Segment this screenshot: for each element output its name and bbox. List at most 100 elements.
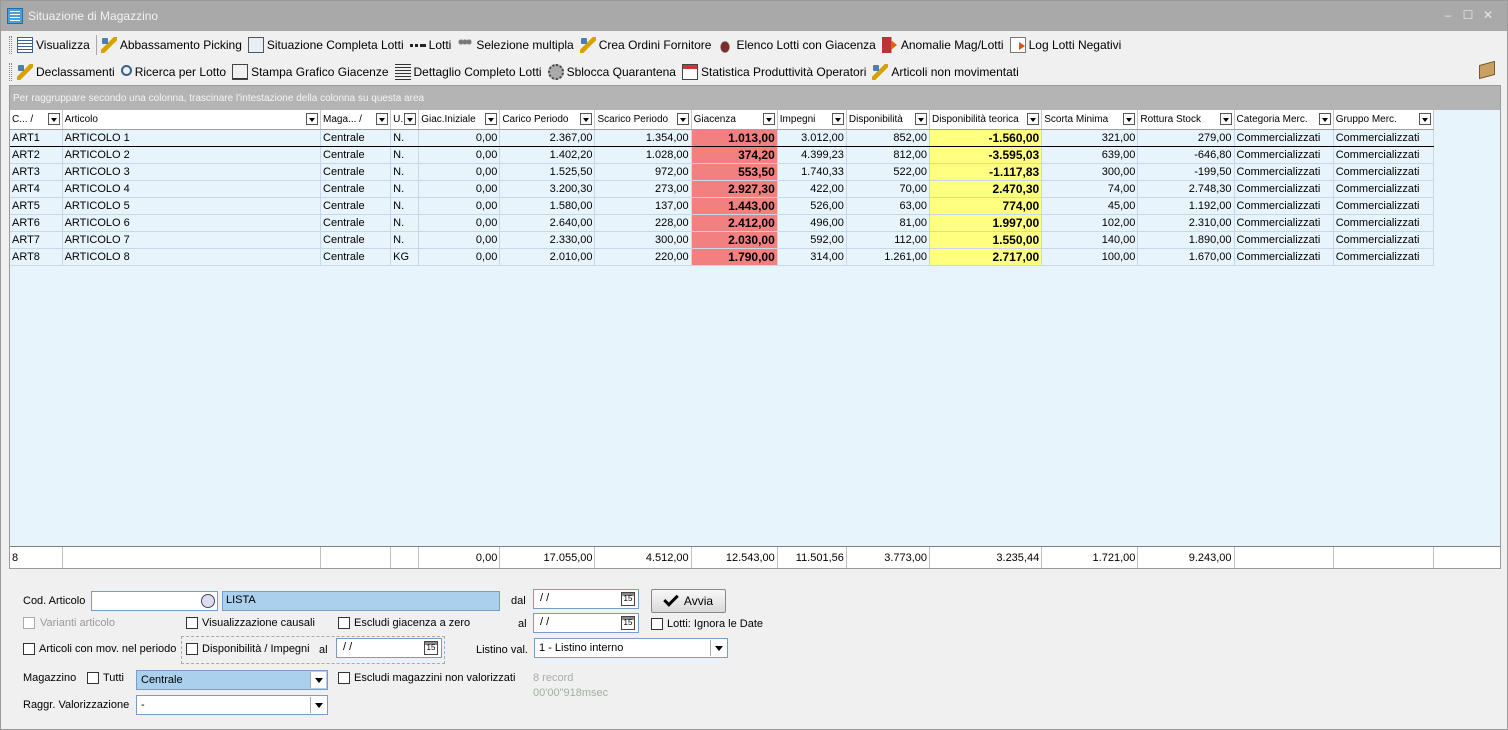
table-row[interactable]: ART8 ARTICOLO 8 Centrale KG 0,00 2.010,00 220,… <box>10 248 1435 266</box>
tb1-button-4[interactable]: Selezione multipla <box>457 34 574 56</box>
filter-dropdown-icon[interactable] <box>47 113 60 125</box>
magazzino-select[interactable]: Centrale <box>136 670 328 690</box>
chevron-down-icon[interactable] <box>310 697 326 713</box>
table-cell: ARTICOLO 8 <box>62 248 322 266</box>
tb2-button-3[interactable]: Dettaglio Completo Lotti <box>394 61 542 83</box>
filter-dropdown-icon[interactable] <box>1027 113 1040 125</box>
table-cell: 0,00 <box>418 248 501 266</box>
filter-dropdown-icon[interactable] <box>404 113 417 125</box>
column-header[interactable]: Giacenza <box>691 110 778 130</box>
filter-dropdown-icon[interactable] <box>1318 113 1331 125</box>
tb2-button-4[interactable]: Sblocca Quarantena <box>547 61 676 83</box>
filter-dropdown-icon[interactable] <box>676 113 689 125</box>
table-cell: 1.192,00 <box>1137 197 1235 215</box>
vis-causali-checkbox[interactable] <box>186 617 198 629</box>
table-cell: 1.443,00 <box>691 197 778 215</box>
column-header[interactable]: Maga... / <box>320 110 392 130</box>
maximize-icon[interactable]: ☐ <box>1459 6 1477 24</box>
tb2-button-0[interactable]: Declassamenti <box>17 61 115 83</box>
table-row[interactable]: ART7 ARTICOLO 7 Centrale N. 0,00 2.330,00 300,… <box>10 231 1435 249</box>
raggr-select[interactable]: - <box>136 695 328 715</box>
tb1-button-7[interactable]: Anomalie Mag/Lotti <box>881 34 1004 56</box>
varianti-checkbox[interactable] <box>23 617 35 629</box>
tb1-button-1[interactable]: Abbassamento Picking <box>100 34 242 56</box>
table-cell: 300,00 <box>1041 163 1139 181</box>
table-row[interactable]: ART5 ARTICOLO 5 Centrale N. 0,00 1.580,00 137,… <box>10 197 1435 215</box>
tb2-button-5[interactable]: Statistica Produttività Operatori <box>681 61 866 83</box>
column-header[interactable]: Categoria Merc. <box>1234 110 1334 130</box>
listino-select[interactable]: 1 - Listino interno <box>534 638 728 658</box>
filter-dropdown-icon[interactable] <box>762 113 775 125</box>
filter-dropdown-icon[interactable] <box>376 113 389 125</box>
minimize-icon[interactable]: – <box>1439 6 1457 24</box>
tb1-button-6[interactable]: Elenco Lotti con Giacenza <box>717 34 876 56</box>
tb2-button-2[interactable]: Stampa Grafico Giacenze <box>232 61 389 83</box>
cod-articolo-input[interactable] <box>91 591 218 611</box>
search-icon[interactable] <box>201 594 215 608</box>
chevron-down-icon[interactable] <box>310 672 326 688</box>
varianti-label: Varianti articolo <box>40 617 115 629</box>
chevron-down-icon[interactable] <box>710 640 726 656</box>
calendar-icon[interactable]: 15 <box>621 592 635 606</box>
column-header[interactable]: C... / <box>10 110 63 130</box>
filter-dropdown-icon[interactable] <box>1419 113 1431 125</box>
column-header[interactable]: Disponibilità <box>846 110 931 130</box>
table-row[interactable]: ART1 ARTICOLO 1 Centrale N. 0,00 2.367,00 1.35… <box>10 128 1435 147</box>
lotti-ignora-checkbox[interactable] <box>651 618 663 630</box>
toolbar-primary: Visualizza Abbassamento Picking Situazione… <box>9 31 1127 58</box>
tb1-button-0[interactable]: Visualizza <box>17 34 90 56</box>
table-row[interactable]: ART6 ARTICOLO 6 Centrale N. 0,00 2.640,00 228,… <box>10 214 1435 232</box>
tb2-button-6[interactable]: Articoli non movimentati <box>872 61 1019 83</box>
escludi-mag-checkbox[interactable] <box>338 672 350 684</box>
book-icon[interactable] <box>1479 60 1495 80</box>
filter-dropdown-icon[interactable] <box>485 113 498 125</box>
table-cell: ART4 <box>10 180 63 198</box>
disp-impegni-checkbox[interactable] <box>186 643 198 655</box>
listino-label: Listino val. <box>476 644 528 656</box>
close-icon[interactable]: ✕ <box>1479 6 1497 24</box>
table-row[interactable]: ART4 ARTICOLO 4 Centrale N. 0,00 3.200,30 273,… <box>10 180 1435 198</box>
column-header[interactable]: U. <box>390 110 420 130</box>
people-icon <box>457 36 474 53</box>
tb1-button-3[interactable]: Lotti <box>409 34 451 56</box>
calendar-icon[interactable]: 15 <box>424 641 438 655</box>
filter-dropdown-icon[interactable] <box>306 113 319 125</box>
tb1-button-8[interactable]: Log Lotti Negativi <box>1009 34 1121 56</box>
table-cell: 2.030,00 <box>691 231 778 249</box>
table-row[interactable]: ART3 ARTICOLO 3 Centrale N. 0,00 1.525,50 972,… <box>10 163 1435 181</box>
column-header[interactable]: Gruppo Merc. <box>1333 110 1435 130</box>
column-header[interactable]: Articolo <box>62 110 322 130</box>
column-header[interactable]: Disponibilità teorica <box>929 110 1043 130</box>
tb1-button-5[interactable]: Crea Ordini Fornitore <box>579 34 711 56</box>
toolbar-grip[interactable] <box>9 35 12 54</box>
group-by-area[interactable]: Per raggruppare secondo una colonna, tra… <box>10 86 1500 110</box>
calendar-icon <box>681 63 698 80</box>
toolbar-label: Situazione Completa Lotti <box>266 37 404 52</box>
articoli-mov-checkbox[interactable] <box>23 643 35 655</box>
table-cell: Centrale <box>320 128 392 147</box>
column-header[interactable]: Rottura Stock <box>1137 110 1235 130</box>
date-to-input[interactable]: / /15 <box>533 613 639 633</box>
tb1-button-2[interactable]: Situazione Completa Lotti <box>247 34 404 56</box>
column-header[interactable]: Scorta Minima <box>1041 110 1139 130</box>
avvia-button[interactable]: Avvia <box>651 589 726 613</box>
tb2-button-1[interactable]: Ricerca per Lotto <box>120 61 226 83</box>
check-icon <box>663 591 679 607</box>
filter-dropdown-icon[interactable] <box>580 113 593 125</box>
column-header[interactable]: Impegni <box>777 110 847 130</box>
table-row[interactable]: ART2 ARTICOLO 2 Centrale N. 0,00 1.402,20 1.02… <box>10 146 1435 164</box>
filter-dropdown-icon[interactable] <box>1219 113 1232 125</box>
filter-dropdown-icon[interactable] <box>1123 113 1136 125</box>
table-cell: ART5 <box>10 197 63 215</box>
date-from-input[interactable]: / /15 <box>533 589 639 609</box>
toolbar-grip[interactable] <box>9 62 12 81</box>
filter-dropdown-icon[interactable] <box>831 113 844 125</box>
escludi-giacenza-checkbox[interactable] <box>338 617 350 629</box>
tutti-checkbox[interactable] <box>87 672 99 684</box>
column-header[interactable]: Carico Periodo <box>499 110 596 130</box>
date-disp-input[interactable]: / /15 <box>336 638 442 658</box>
calendar-icon[interactable]: 15 <box>621 616 635 630</box>
column-header[interactable]: Giac.Iniziale <box>418 110 501 130</box>
column-header[interactable]: Scarico Periodo <box>594 110 692 130</box>
filter-dropdown-icon[interactable] <box>915 113 928 125</box>
